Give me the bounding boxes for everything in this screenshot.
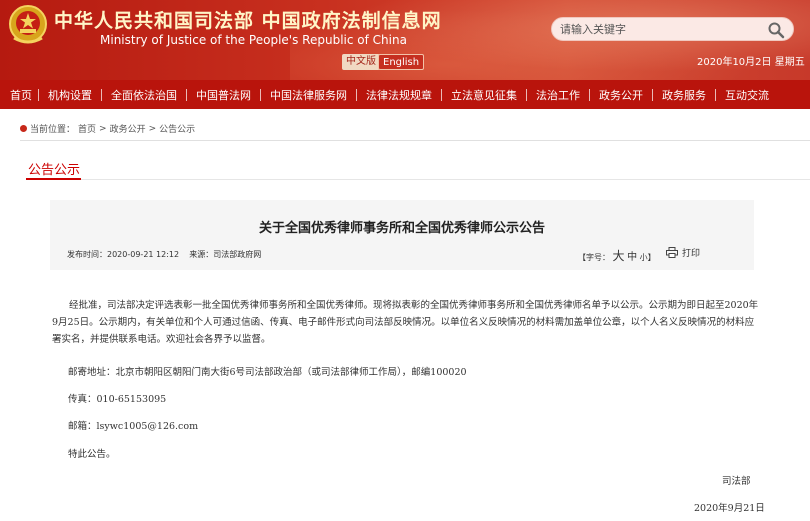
section-divider: [26, 179, 810, 180]
font-size-label: 【字号：: [578, 253, 610, 262]
location-icon: [20, 125, 27, 132]
lang-chinese-button[interactable]: 中文版: [342, 54, 380, 70]
nav-item-laws-regulations[interactable]: 法律法规规章: [357, 87, 441, 103]
nav-item-rule-of-law[interactable]: 全面依法治国: [102, 87, 186, 103]
national-emblem-icon[interactable]: [8, 4, 48, 46]
site-title-english: Ministry of Justice of the People's Repu…: [100, 33, 407, 47]
source-label: 来源：: [189, 250, 214, 259]
current-date: 2020年10月2日 星期五: [697, 57, 805, 68]
article-paragraph: 经批准，司法部决定评选表彰一批全国优秀律师事务所和全国优秀律师。现将拟表彰的全国…: [52, 300, 759, 345]
nav-item-legal-education[interactable]: 中国普法网: [187, 87, 260, 103]
breadcrumb-prefix: 当前位置：: [30, 125, 76, 135]
nav-item-organization[interactable]: 机构设置: [39, 87, 101, 103]
search-box: [551, 17, 794, 41]
breadcrumb-government-affairs[interactable]: 政务公开: [110, 122, 146, 135]
article-header: 关于全国优秀律师事务所和全国优秀律师公示公告 发布时间：2020-09-21 1…: [50, 200, 754, 270]
publish-time-label: 发布时间：: [67, 250, 107, 259]
breadcrumb-announcements[interactable]: 公告公示: [159, 122, 195, 135]
mailing-address: 邮寄地址：北京市朝阳区朝阳门南大街6号司法部政治部（或司法部律师工作局），邮编1…: [68, 367, 467, 378]
nav-item-interaction[interactable]: 互动交流: [716, 87, 778, 103]
font-size-medium[interactable]: 中: [627, 252, 637, 263]
nav-item-legal-services[interactable]: 中国法律服务网: [261, 87, 356, 103]
section-title: 公告公示: [28, 163, 81, 178]
search-icon[interactable]: [767, 21, 785, 39]
breadcrumb-home[interactable]: 首页: [78, 122, 96, 135]
breadcrumb-separator: >: [99, 123, 107, 134]
divider: [20, 140, 810, 141]
font-size-large[interactable]: 大: [613, 249, 625, 263]
font-size-close: 】: [647, 253, 656, 262]
sign-date: 2020年9月21日: [694, 503, 765, 514]
signer: 司法部: [722, 476, 751, 487]
printer-icon: [666, 247, 678, 258]
main-nav: 首页 机构设置 全面依法治国 中国普法网 中国法律服务网 法律法规规章 立法意见…: [0, 80, 810, 109]
search-input[interactable]: [560, 21, 760, 37]
site-header: 中华人民共和国司法部 中国政府法制信息网 Ministry of Justice…: [0, 0, 810, 80]
print-button[interactable]: 打印: [666, 246, 700, 259]
fax-number: 传真：010-65153095: [68, 394, 167, 405]
font-size-small[interactable]: 小: [640, 253, 648, 262]
publish-time: 2020-09-21 12:12: [107, 250, 180, 259]
nav-item-government-services[interactable]: 政务服务: [653, 87, 715, 103]
nav-item-legal-work[interactable]: 法治工作: [527, 87, 589, 103]
lang-english-button[interactable]: English: [378, 54, 425, 70]
nav-item-government-affairs[interactable]: 政务公开: [590, 87, 652, 103]
breadcrumb-separator: >: [148, 123, 157, 134]
closing-text: 特此公告。: [68, 449, 116, 460]
article-source: 司法部政府网: [213, 250, 262, 259]
article-title: 关于全国优秀律师事务所和全国优秀律师公示公告: [258, 221, 545, 236]
email-address: 邮箱：lsywc1005@126.com: [68, 421, 199, 432]
nav-item-home[interactable]: 首页: [0, 87, 38, 103]
font-size-control: 【字号： 大 中 小】: [578, 247, 656, 264]
print-label: 打印: [682, 249, 701, 259]
site-title-chinese: 中华人民共和国司法部 中国政府法制信息网: [54, 10, 442, 32]
nav-item-legislative-opinions[interactable]: 立法意见征集: [442, 87, 526, 103]
breadcrumb: 当前位置： 首页 > 政务公开 > 公告公示: [20, 122, 198, 135]
article-meta: 发布时间：2020-09-21 12:12 来源：司法部政府网: [67, 249, 261, 260]
section-title-underline: [26, 178, 81, 180]
